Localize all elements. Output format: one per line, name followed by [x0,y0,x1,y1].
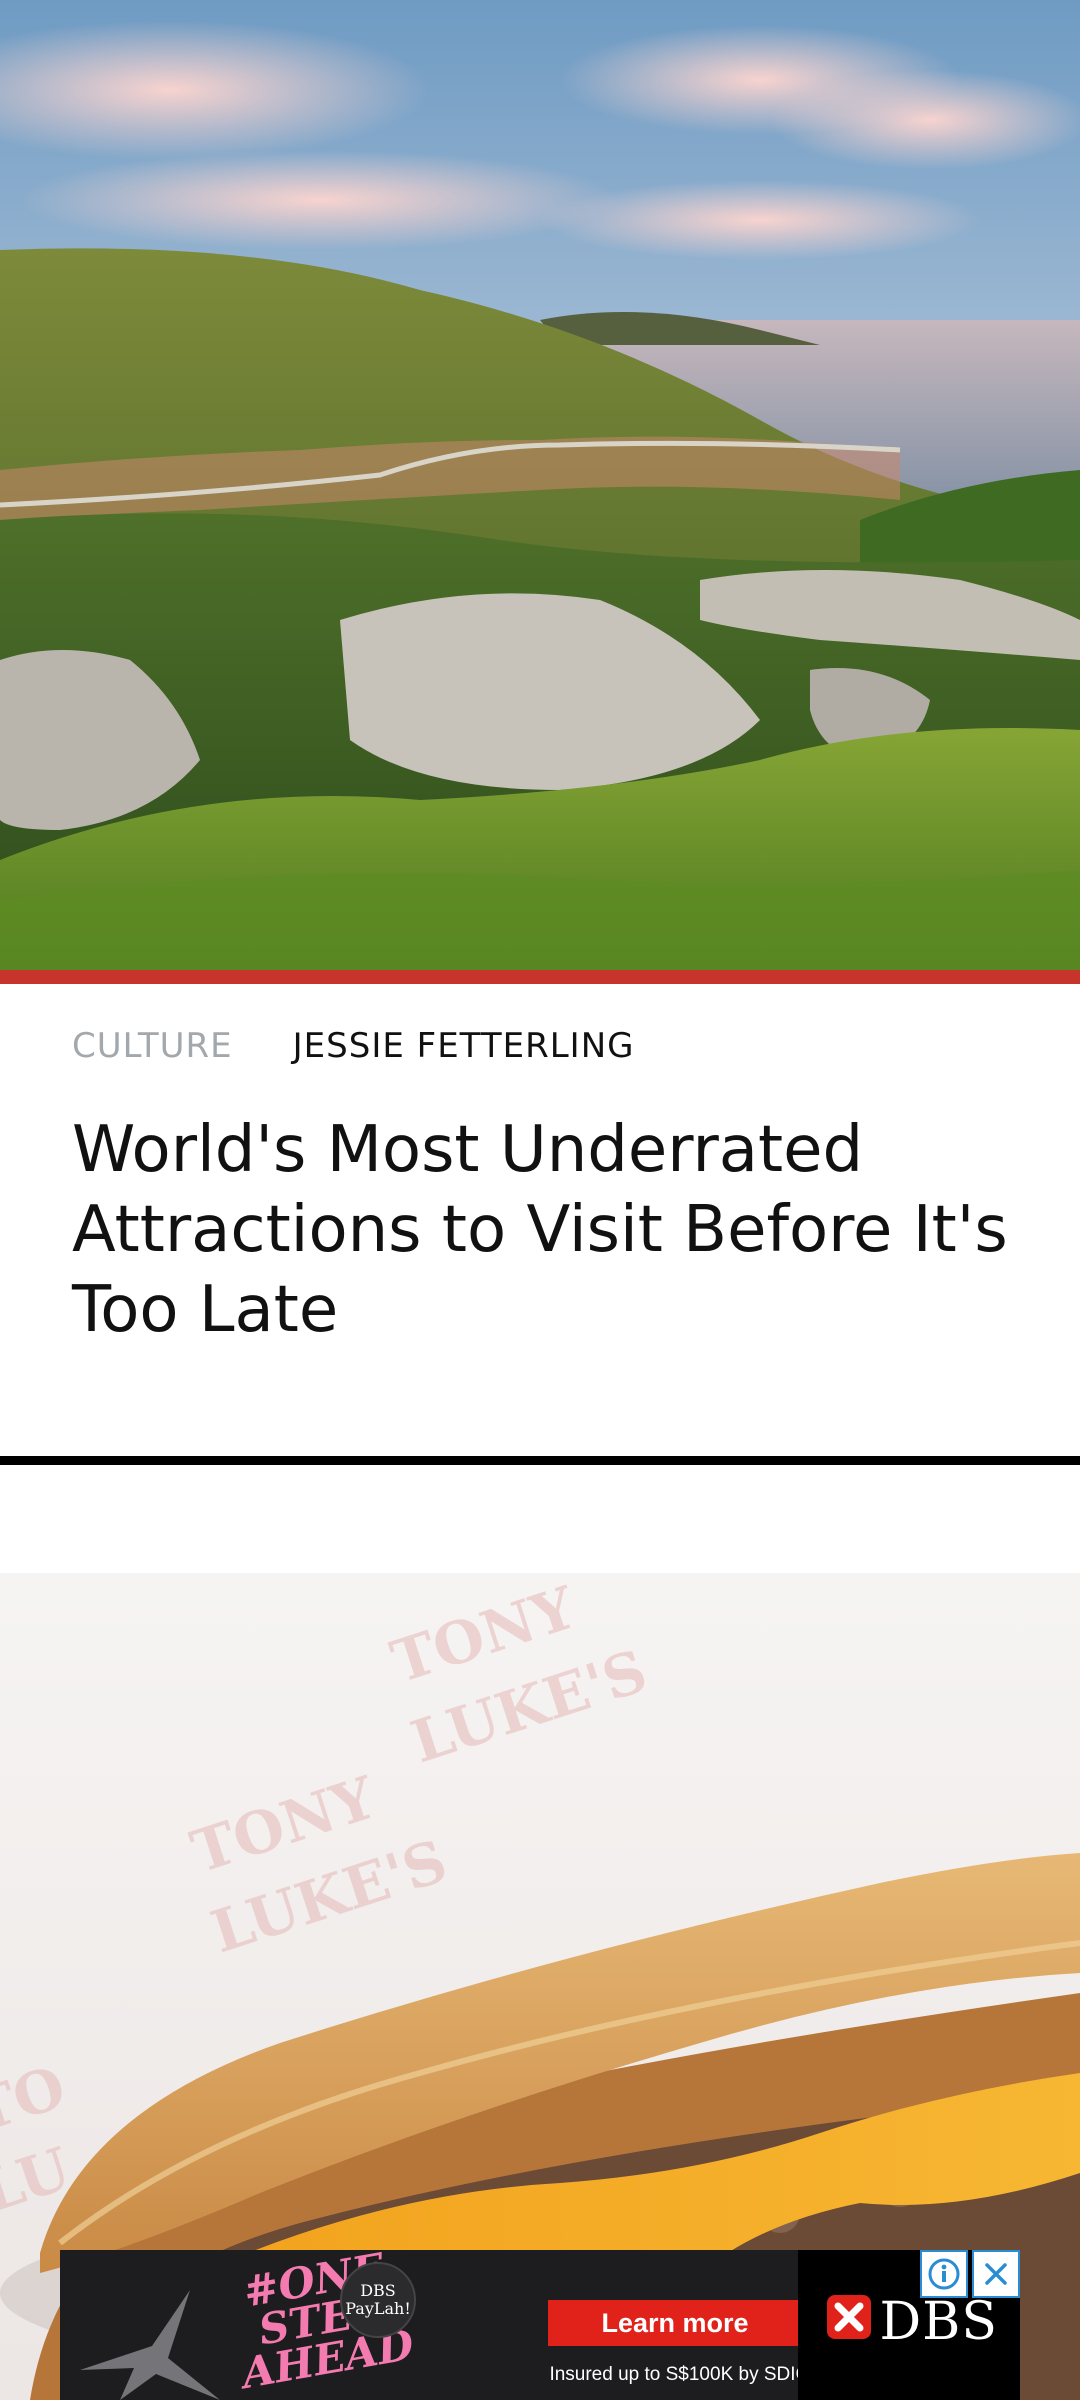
ad-learn-more-button[interactable]: Learn more [548,2300,802,2346]
author-link[interactable]: JESSIE FETTERLING [293,1026,635,1066]
ad-banner[interactable]: #ONE STEP AHEAD DBS PayLah! Learn more I… [60,2250,1020,2400]
hero-image[interactable] [0,0,1080,970]
landscape-photo [0,0,1080,970]
section-divider [0,1456,1080,1465]
ad-brand-name: DBS [879,2292,998,2352]
info-icon[interactable] [920,2250,968,2298]
category-link[interactable]: CULTURE [72,1026,233,1066]
ad-brand: DBS [827,2292,998,2352]
ad-paylah-badge: DBS PayLah! [340,2262,416,2338]
close-icon[interactable] [972,2250,1020,2298]
ad-controls [916,2250,1020,2298]
article-feed: CULTURE JESSIE FETTERLING World's Most U… [0,0,1080,2400]
article-meta: CULTURE JESSIE FETTERLING [72,1026,634,1066]
dbs-x-logo-icon [827,2292,872,2352]
hero-accent-bar [0,970,1080,984]
article-title[interactable]: World's Most Underrated Attractions to V… [72,1110,1012,1350]
